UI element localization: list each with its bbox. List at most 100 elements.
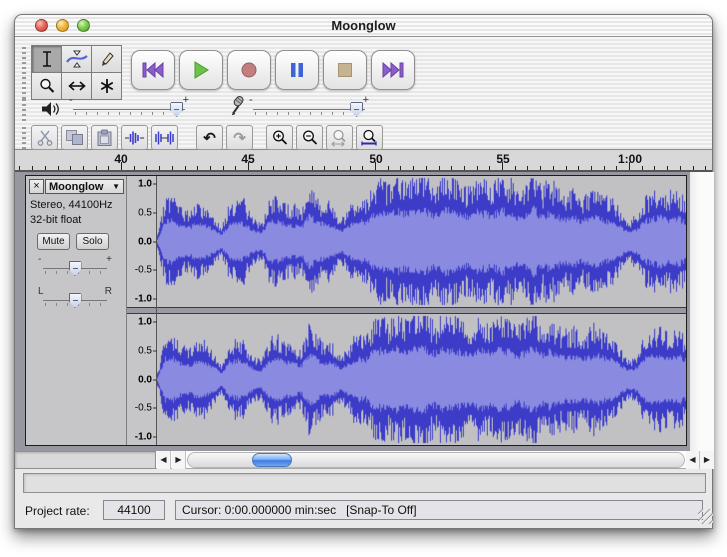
redo-button[interactable]: ↷ bbox=[226, 125, 253, 150]
track-format-label: Stereo, 44100Hz bbox=[30, 199, 113, 211]
ruler-tick bbox=[70, 166, 71, 170]
solo-button[interactable]: Solo bbox=[76, 233, 109, 250]
trim-outside-selection-button[interactable] bbox=[121, 125, 148, 150]
scrollbar-track[interactable] bbox=[187, 452, 685, 468]
ruler-tick bbox=[299, 166, 300, 170]
copy-icon bbox=[65, 129, 84, 146]
gain-max-label: + bbox=[106, 254, 112, 265]
ruler-tick bbox=[489, 166, 490, 170]
play-icon bbox=[192, 61, 210, 79]
ruler-tick bbox=[261, 166, 262, 170]
mute-button[interactable]: Mute bbox=[37, 233, 70, 250]
selection-tool-button[interactable] bbox=[32, 46, 61, 72]
toolbar-grab-handle[interactable] bbox=[22, 47, 26, 99]
stop-icon bbox=[337, 62, 353, 78]
clipboard-icon bbox=[96, 129, 113, 147]
ruler-tick bbox=[19, 166, 20, 170]
pan-slider[interactable]: L R bbox=[37, 288, 113, 310]
amplitude-label: 0.0 bbox=[138, 236, 152, 247]
skip-to-start-icon bbox=[141, 62, 165, 78]
ruler-tick bbox=[83, 166, 84, 170]
ruler-tick bbox=[629, 162, 630, 170]
pan-right-label: R bbox=[105, 286, 112, 297]
status-bar: Project rate: 44100 Cursor: 0:00.000000 … bbox=[15, 495, 714, 527]
close-track-button[interactable]: × bbox=[29, 179, 44, 194]
envelope-tool-button[interactable] bbox=[62, 46, 91, 72]
ruler-tick bbox=[337, 166, 338, 170]
vertical-ruler-channel-2[interactable]: 1.00.50.0-0.5-1.0 bbox=[127, 314, 157, 445]
ruler-tick bbox=[654, 166, 655, 170]
slider-line bbox=[253, 109, 365, 110]
resize-grip[interactable] bbox=[698, 509, 713, 524]
multi-tool-button[interactable] bbox=[92, 73, 121, 99]
scroll-right-arrow[interactable]: ▶ bbox=[700, 451, 714, 469]
skip-to-start-button[interactable] bbox=[131, 50, 175, 90]
channel-divider bbox=[157, 307, 686, 314]
scrollbar-thumb[interactable] bbox=[252, 453, 292, 467]
cut-button[interactable] bbox=[31, 125, 58, 150]
slider-ticks bbox=[255, 112, 363, 115]
ruler-time-label: 55 bbox=[496, 152, 509, 166]
ruler-tick bbox=[172, 166, 173, 170]
vertical-ruler-channel-1[interactable]: 1.00.50.0-0.5-1.0 bbox=[127, 176, 157, 307]
ruler-tick bbox=[121, 162, 122, 170]
input-volume-slider[interactable]: - + bbox=[247, 97, 371, 119]
toolbar: - + - + bbox=[15, 37, 712, 150]
trim-audio-icon bbox=[124, 130, 145, 146]
track-menu-button[interactable]: Moonglow ▼ bbox=[45, 179, 124, 194]
fit-selection-button[interactable] bbox=[326, 125, 353, 150]
undo-button[interactable]: ↶ bbox=[196, 125, 223, 150]
speaker-icon bbox=[41, 101, 61, 117]
vertical-scrollbar-area[interactable] bbox=[689, 172, 714, 451]
ruler-tick bbox=[413, 166, 414, 170]
waveform-channel-1[interactable] bbox=[157, 176, 686, 307]
ruler-tick bbox=[146, 166, 147, 170]
timeline-ruler[interactable]: 404550551:00 bbox=[15, 150, 712, 172]
ibeam-icon bbox=[38, 50, 56, 68]
ruler-tick bbox=[248, 162, 249, 170]
gain-slider[interactable]: - + bbox=[37, 256, 113, 278]
vertical-rulers: 1.00.50.0-0.5-1.0 1.00.50.0-0.5-1.0 bbox=[127, 176, 157, 445]
timeshift-tool-button[interactable] bbox=[62, 73, 91, 99]
waveform-channel-2[interactable] bbox=[157, 314, 686, 445]
silence-selection-button[interactable] bbox=[151, 125, 178, 150]
ruler-tick bbox=[350, 166, 351, 170]
ruler-tick bbox=[210, 166, 211, 170]
ruler-tick bbox=[108, 166, 109, 170]
edit-toolbar-grab-handle[interactable] bbox=[22, 127, 26, 149]
ruler-tick bbox=[515, 166, 516, 170]
skip-to-end-button[interactable] bbox=[371, 50, 415, 90]
scroll-left-arrow[interactable]: ◀ bbox=[686, 451, 700, 469]
scroll-right-arrow[interactable]: ▶ bbox=[172, 451, 186, 469]
paste-button[interactable] bbox=[91, 125, 118, 150]
zoom-tool-button[interactable] bbox=[32, 73, 61, 99]
ruler-tick bbox=[58, 166, 59, 170]
amplitude-label: 0.5 bbox=[138, 345, 152, 356]
project-rate-label: Project rate: bbox=[25, 504, 90, 518]
scroll-left-arrow[interactable]: ◀ bbox=[157, 451, 171, 469]
pencil-icon bbox=[98, 50, 116, 68]
zoom-out-button[interactable] bbox=[296, 125, 323, 150]
project-rate-value[interactable]: 44100 bbox=[103, 500, 165, 520]
output-volume-slider[interactable]: - + bbox=[67, 97, 191, 119]
draw-tool-button[interactable] bbox=[92, 46, 121, 72]
amplitude-label: -1.0 bbox=[135, 294, 152, 305]
record-button[interactable] bbox=[227, 50, 271, 90]
ruler-tick bbox=[642, 166, 643, 170]
pan-left-label: L bbox=[38, 286, 44, 297]
stop-button[interactable] bbox=[323, 50, 367, 90]
zoom-in-button[interactable] bbox=[266, 125, 293, 150]
pause-button[interactable] bbox=[275, 50, 319, 90]
amplitude-label: -0.5 bbox=[135, 403, 152, 414]
fit-project-button[interactable] bbox=[356, 125, 383, 150]
chevron-down-icon: ▼ bbox=[112, 182, 120, 191]
ruler-tick bbox=[185, 166, 186, 170]
mixer-toolbar-grab-handle[interactable] bbox=[22, 99, 26, 121]
ruler-tick bbox=[362, 166, 363, 170]
title-bar[interactable]: Moonglow bbox=[15, 15, 712, 37]
ruler-tick bbox=[680, 166, 681, 170]
cursor-status-field: Cursor: 0:00.000000 min:sec [Snap-To Off… bbox=[175, 500, 703, 520]
ruler-tick bbox=[451, 166, 452, 170]
copy-button[interactable] bbox=[61, 125, 88, 150]
play-button[interactable] bbox=[179, 50, 223, 90]
